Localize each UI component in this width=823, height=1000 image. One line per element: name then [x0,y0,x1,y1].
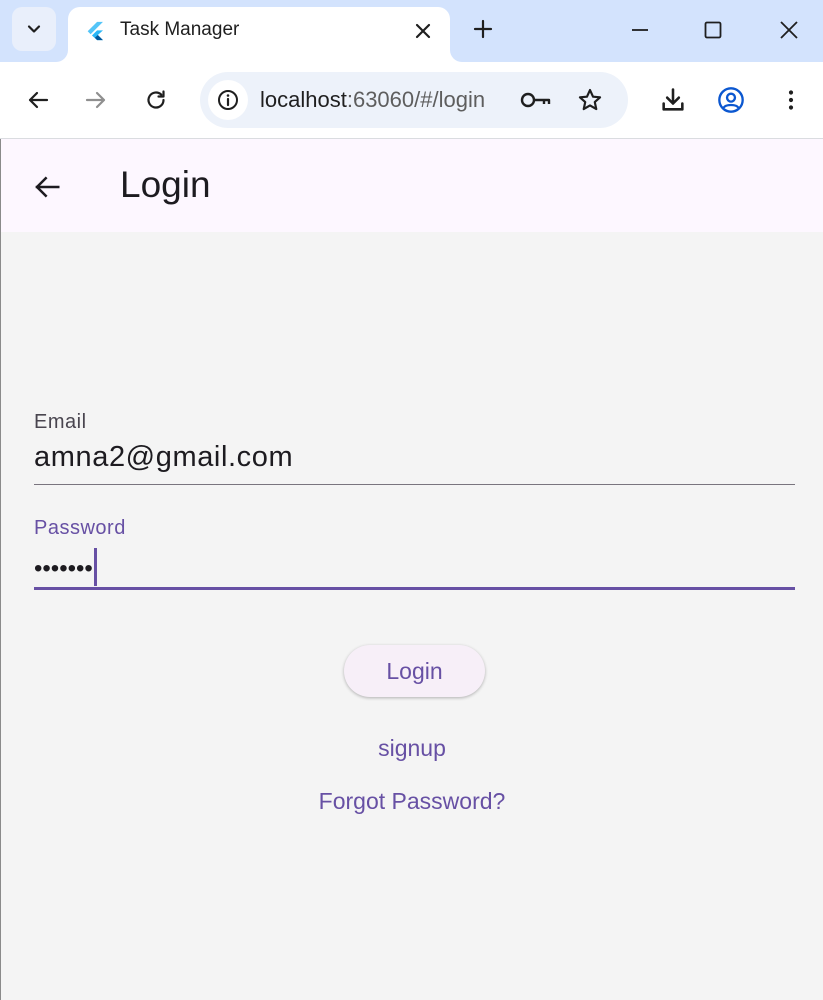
new-tab-button[interactable] [466,12,500,46]
forgot-password-link-text[interactable]: Forgot Password? [319,788,506,814]
arrow-back-icon [35,176,60,198]
window-close-icon [780,21,798,39]
url-path: :63060/#/login [346,87,486,112]
app-back-button[interactable] [27,167,67,207]
password-label: Password [34,517,126,539]
tab-search-button[interactable] [12,7,56,51]
minimize-button[interactable] [620,10,660,50]
browser-toolbar: localhost:63060/#/login [0,62,823,139]
forgot-password-link: Forgot Password? [1,788,823,815]
app-bar: Login [1,139,823,232]
reload-button[interactable] [136,80,176,120]
email-label: Email [34,411,87,433]
email-underline [34,484,795,485]
browser-tab[interactable]: Task Manager [68,7,450,62]
close-icon [415,23,431,39]
profile-icon [718,87,744,113]
site-info-icon [218,90,238,110]
back-icon [28,91,49,109]
maximize-button[interactable] [693,10,733,50]
key-icon [520,92,551,108]
signup-link-text[interactable]: signup [378,735,446,761]
maximize-icon [704,21,722,39]
text-caret [93,548,97,586]
reload-icon [147,90,165,109]
window-close-button[interactable] [769,10,809,50]
site-info-button[interactable] [208,80,248,120]
url-text: localhost:63060/#/login [260,87,485,113]
tab-close-button[interactable] [410,18,436,44]
tab-title: Task Manager [120,19,240,40]
forward-icon [85,91,106,109]
forward-button[interactable] [76,80,116,120]
flutter-logo-icon [87,21,103,41]
browser-menu-button[interactable] [771,80,811,120]
minimize-icon [632,29,648,31]
downloads-button[interactable] [653,80,693,120]
email-input[interactable]: amna2@gmail.com [34,441,293,474]
page-title: Login [120,164,211,205]
chevron-down-icon [27,25,41,33]
plus-icon [473,19,493,39]
password-dots: ••••••• [34,555,93,582]
url-host: localhost [260,87,347,112]
back-button[interactable] [18,80,58,120]
email-field[interactable]: Email amna2@gmail.com [34,408,795,486]
login-button[interactable]: Login [344,645,485,697]
star-icon [578,88,602,111]
password-underline [34,587,795,590]
address-bar[interactable]: localhost:63060/#/login [200,72,628,128]
password-field[interactable]: Password ••••••• [34,514,795,592]
download-icon [662,88,684,111]
bookmark-button[interactable] [572,82,608,118]
password-manager-button[interactable] [518,82,554,118]
signup-link: signup [1,735,823,762]
tab-strip: Task Manager [0,0,823,62]
profile-button[interactable] [711,80,751,120]
login-form: Email amna2@gmail.com Password ••••••• L… [1,232,823,1000]
password-input[interactable]: ••••••• [34,548,97,586]
more-vert-icon [788,90,794,110]
